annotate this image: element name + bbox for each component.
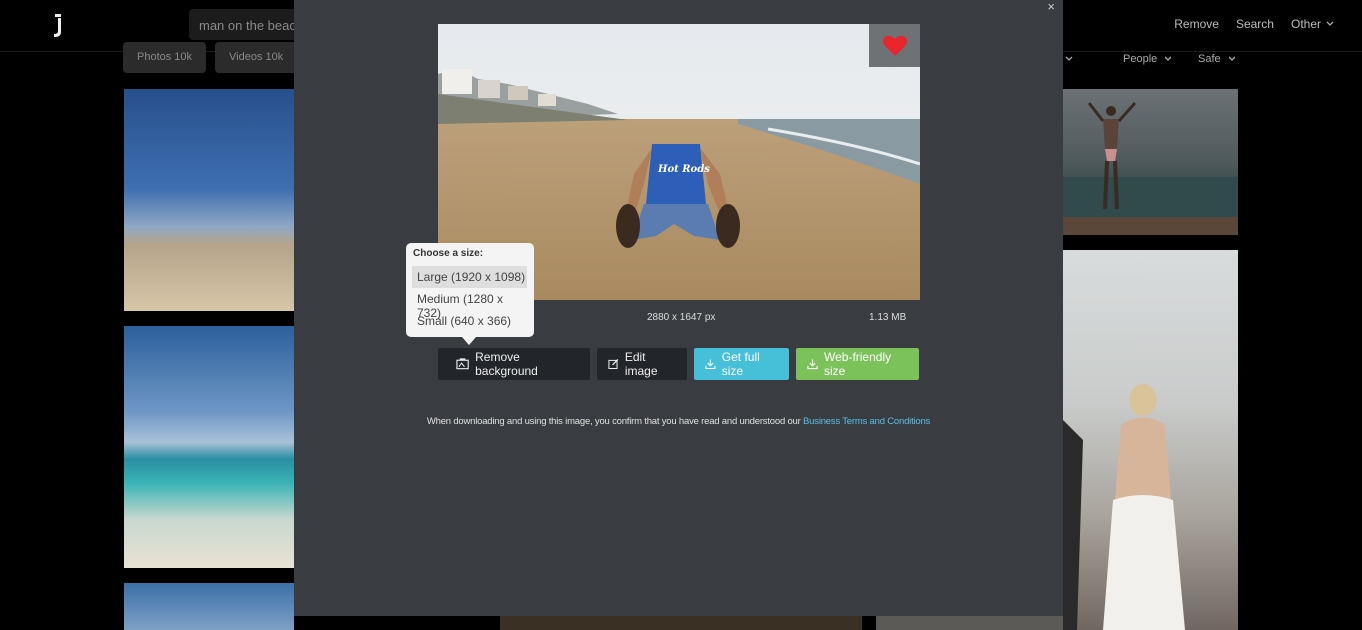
size-option-medium[interactable]: Medium (1280 x 732): [412, 288, 527, 320]
remove-background-icon: [456, 358, 469, 370]
filter-people[interactable]: People: [1123, 53, 1172, 65]
filter-photos[interactable]: Photos 10k: [123, 42, 207, 73]
get-full-size-label: Get full size: [721, 350, 760, 378]
gallery-image-art: [1063, 384, 1185, 630]
size-chooser-popup: Choose a size: Large (1920 x 1098) Mediu…: [406, 243, 534, 345]
gallery-image[interactable]: [876, 616, 1063, 630]
edit-icon: [608, 359, 619, 370]
filter-videos[interactable]: Videos 10k: [215, 42, 298, 73]
filter-people-label: People: [1123, 53, 1158, 65]
remove-background-button[interactable]: Remove background: [438, 348, 590, 380]
image-dimensions: 2880 x 1647 px: [647, 312, 716, 323]
filter-safe-label: Safe: [1198, 53, 1221, 65]
nav-remove[interactable]: Remove: [1174, 17, 1219, 31]
nav-search[interactable]: Search: [1236, 17, 1274, 31]
size-chooser-title: Choose a size:: [413, 248, 484, 259]
nav-other[interactable]: Other: [1291, 17, 1334, 31]
close-icon[interactable]: ×: [1047, 0, 1055, 14]
favorite-button[interactable]: [869, 24, 920, 67]
gallery-image[interactable]: [124, 583, 294, 630]
chevron-down-icon: [1326, 21, 1334, 26]
download-icon: [807, 359, 818, 370]
download-icon: [705, 359, 716, 370]
size-option-small[interactable]: Small (640 x 366): [412, 310, 527, 332]
heart-icon: [882, 35, 907, 56]
search-input[interactable]: man on the beach: [189, 9, 309, 40]
terms-link[interactable]: Business Terms and Conditions: [803, 416, 930, 427]
gallery-image[interactable]: [124, 326, 294, 568]
filter-safe[interactable]: Safe: [1198, 53, 1236, 65]
terms-text: When downloading and using this image, y…: [426, 416, 804, 427]
nav-other-label: Other: [1290, 17, 1321, 31]
gallery-image-art: [1063, 102, 1238, 235]
get-full-size-button[interactable]: Get full size: [694, 348, 789, 380]
edit-image-button[interactable]: Edit image: [597, 348, 687, 380]
chevron-down-icon: [1228, 56, 1236, 61]
gallery-image[interactable]: [124, 89, 294, 311]
image-file-size: 1.13 MB: [869, 312, 907, 323]
web-friendly-size-label: Web-friendly size: [823, 350, 892, 378]
chevron-down-icon: [1065, 56, 1073, 61]
chevron-down-icon: [1164, 56, 1172, 61]
terms-notice: When downloading and using this image, y…: [294, 416, 1063, 427]
web-friendly-size-button[interactable]: Web-friendly size: [796, 348, 919, 380]
remove-background-label: Remove background: [475, 350, 538, 378]
gallery-image[interactable]: [500, 616, 862, 630]
gallery-image[interactable]: [1063, 89, 1238, 235]
gallery-image[interactable]: [1063, 250, 1238, 630]
size-option-large[interactable]: Large (1920 x 1098): [412, 266, 527, 288]
top-nav: Remove Search Other: [1174, 17, 1334, 31]
edit-image-label: Edit image: [624, 350, 658, 378]
svg-text:Hot Rods: Hot Rods: [657, 164, 710, 175]
j-logo-icon[interactable]: [50, 12, 66, 38]
